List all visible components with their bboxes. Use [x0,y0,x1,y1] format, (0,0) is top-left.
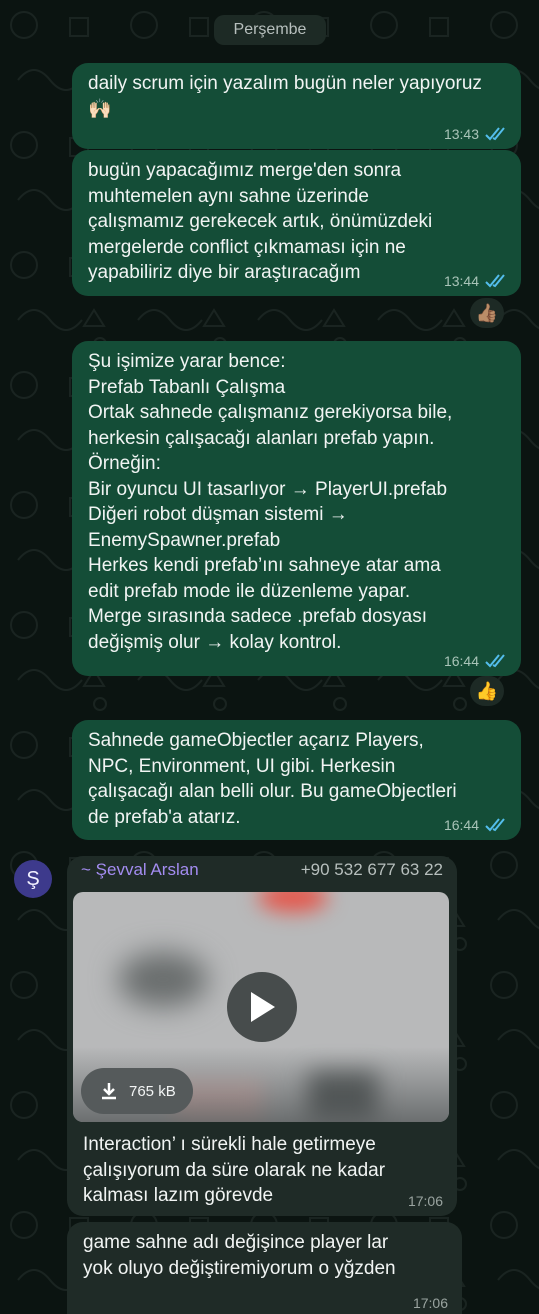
message-time: 13:43 [443,126,479,142]
message-text: bugün yapacağımız merge'den sonra muhtem… [88,160,433,283]
download-icon [102,1083,116,1100]
message-text: Şu işimize yarar bence: Prefab Tabanlı Ç… [88,351,453,653]
play-icon [251,992,275,1022]
outgoing-message[interactable]: Şu işimize yarar bence: Prefab Tabanlı Ç… [72,341,521,676]
avatar[interactable]: Ş [14,860,52,898]
message-text: game sahne adı değişince player lar yok … [83,1232,396,1279]
message-text: Interaction’ ı sürekli hale getirmeye ça… [83,1134,386,1206]
message-text: daily scrum için yazalım bugün neler yap… [88,73,482,120]
thumbs-up-reaction-icon[interactable]: 👍🏽 [470,298,504,328]
message-time: 16:44 [443,817,479,833]
read-receipt-icon [485,818,505,832]
thumbs-up-reaction-icon[interactable]: 👍 [470,676,504,706]
message-time: 17:06 [407,1193,443,1209]
sender-header: ~ Şevval Arslan +90 532 677 63 22 [81,860,443,880]
day-separator: Perşembe [214,15,326,45]
outgoing-message[interactable]: bugün yapacağımız merge'den sonra muhtem… [72,150,521,296]
video-thumbnail-blur [258,892,328,912]
outgoing-message[interactable]: Sahnede gameObjectler açarız Players, NP… [72,720,521,840]
message-meta: 13:44 [444,273,507,289]
file-size: 765 kB [129,1082,176,1100]
read-receipt-icon [485,654,505,668]
incoming-video-message[interactable]: ~ Şevval Arslan +90 532 677 63 22 765 kB… [67,856,457,1216]
message-time: 16:44 [443,653,479,669]
message-text: Sahnede gameObjectler açarız Players, NP… [88,730,457,828]
play-button[interactable] [227,972,297,1042]
message-meta: 16:44 [444,653,507,669]
outgoing-message[interactable]: daily scrum için yazalım bugün neler yap… [72,63,521,149]
incoming-message[interactable]: game sahne adı değişince player lar yok … [67,1222,462,1314]
download-button[interactable]: 765 kB [81,1068,193,1114]
message-time: 13:44 [443,273,479,289]
message-time: 17:06 [412,1295,448,1311]
video-thumbnail-blur [118,952,208,1007]
message-meta: 13:43 [444,126,507,142]
message-meta: 17:06 [413,1295,448,1311]
read-receipt-icon [485,127,505,141]
read-receipt-icon [485,274,505,288]
sender-phone: +90 532 677 63 22 [300,860,443,879]
message-meta: 16:44 [444,817,507,833]
video-preview[interactable]: 765 kB [73,892,449,1122]
message-meta: 17:06 [408,1193,443,1209]
sender-name[interactable]: ~ Şevval Arslan [81,860,199,880]
